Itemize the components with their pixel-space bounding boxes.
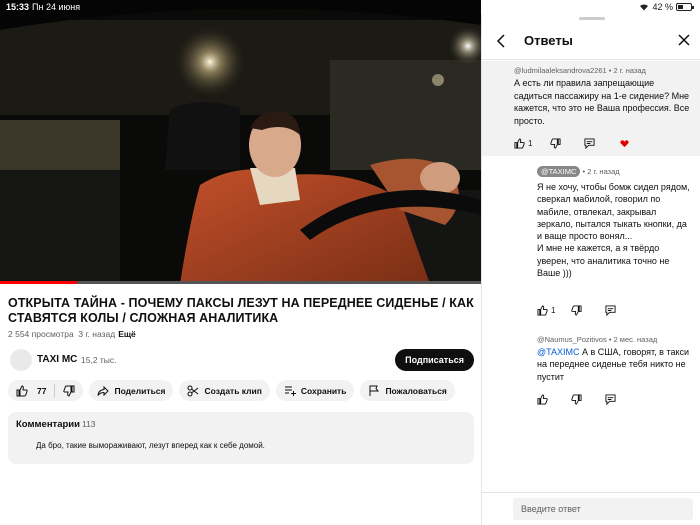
comment-preview: Да бро, такие вымораживают, лезут вперед… (36, 441, 265, 450)
create-clip-label: Создать клип (204, 385, 262, 396)
close-icon[interactable] (677, 33, 691, 47)
comments-label: Комментарии (16, 419, 80, 430)
reply-like-count: 1 (551, 306, 556, 315)
reply-age: 2 мес. назад (613, 335, 658, 344)
view-count: 2 554 просмотра (8, 329, 74, 339)
video-player[interactable] (0, 0, 481, 284)
comment-actions: 1 (514, 138, 694, 152)
wifi-icon (640, 4, 649, 11)
parent-comment: @ludmilaaleksandrova2261 • 2 г. назад А … (482, 61, 700, 156)
save-icon (284, 386, 296, 396)
thumbs-up-icon[interactable] (16, 384, 28, 397)
upload-age: 3 г. назад (78, 329, 116, 339)
reply-text: Я не хочу, чтобы бомж сидел рядом, сверк… (537, 182, 690, 279)
reply-age: 2 г. назад (587, 167, 620, 176)
comment-like-count: 1 (528, 139, 533, 148)
comment-age: 2 г. назад (613, 66, 646, 75)
save-label: Сохранить (300, 385, 347, 396)
status-indicators: 42 % (639, 2, 694, 12)
scissors-icon (187, 385, 199, 396)
reply-author-tag[interactable]: @TAXIMC (537, 166, 581, 177)
like-dislike-pill: 77 (8, 380, 84, 401)
heart-icon (620, 140, 629, 148)
thumbs-up-icon (514, 138, 525, 149)
video-progress-bar[interactable] (0, 281, 481, 284)
reply-like-button[interactable]: 1 (537, 305, 555, 316)
action-bar: 77 Поделиться Создать клип Сохранить Пож… (8, 380, 455, 401)
reply-meta: @Naumus_Pozitivos • 2 мес. назад (537, 335, 658, 344)
comments-card[interactable]: Комментарии 113 Да бро, такие вымораживаю… (8, 412, 474, 464)
reply-text: @TAXIMC А в США, говорят, в такси на пер… (537, 346, 692, 383)
comments-count: 113 (81, 419, 96, 429)
video-progress-played (0, 281, 77, 284)
reply-like-button[interactable] (537, 394, 548, 405)
comment-text: А есть ли правила запрещающие садиться п… (514, 78, 690, 126)
thumbs-up-icon (537, 305, 548, 316)
report-label: Пожаловаться (385, 385, 447, 396)
subscribe-button[interactable]: Подписаться (395, 349, 474, 371)
video-title: ОТКРЫТА ТАЙНА - ПОЧЕМУ ПАКСЫ ЛЕЗУТ НА ПЕ… (8, 296, 474, 325)
like-separator (54, 383, 56, 398)
reply-composer (482, 492, 700, 525)
create-clip-button[interactable]: Создать клип (179, 380, 270, 401)
comment-like-button[interactable]: 1 (514, 138, 532, 149)
back-arrow-icon[interactable] (494, 33, 508, 49)
share-icon (97, 385, 110, 396)
battery-level (678, 5, 684, 9)
reply-icon[interactable] (584, 138, 595, 149)
comments-header: Комментарии 113 (16, 419, 96, 430)
reply-input[interactable] (513, 498, 693, 520)
status-time: 15:33 (6, 2, 30, 12)
panel-title: Ответы (524, 33, 573, 48)
replies-panel: Ответы @ludmilaaleksandrova2261 • 2 г. н… (481, 14, 700, 525)
reply-author[interactable]: @Naumus_Pozitivos (537, 335, 607, 344)
channel-row: TAXI MC 15,2 тыс. Подписаться (8, 347, 474, 373)
battery-icon (676, 3, 694, 11)
drag-handle[interactable] (579, 17, 605, 20)
subscriber-count: 15,2 тыс. (81, 355, 117, 365)
share-button[interactable]: Поделиться (89, 380, 174, 401)
parent-comment-meta: @ludmilaaleksandrova2261 • 2 г. назад (514, 66, 646, 75)
more-link[interactable]: Ещё (118, 329, 136, 339)
like-count[interactable]: 77 (37, 386, 46, 396)
reply-actions (537, 394, 687, 408)
thumbs-down-icon[interactable] (550, 138, 561, 149)
reply-icon[interactable] (605, 305, 616, 316)
reply-actions: 1 (537, 305, 687, 319)
panel-header: Ответы (482, 24, 700, 60)
thumbs-down-icon[interactable] (63, 385, 75, 397)
flag-icon (369, 385, 380, 396)
save-button[interactable]: Сохранить (275, 380, 355, 401)
thumbs-up-icon (537, 394, 548, 405)
share-label: Поделиться (114, 385, 166, 396)
report-button[interactable]: Пожаловаться (360, 380, 455, 401)
thumbs-down-icon[interactable] (571, 305, 582, 316)
reply-meta: @TAXIMC • 2 г. назад (537, 166, 620, 177)
thumbs-down-icon[interactable] (571, 394, 582, 405)
battery-percent: 42 % (652, 2, 673, 12)
channel-avatar[interactable] (10, 349, 32, 371)
comment-author[interactable]: @ludmilaaleksandrova2261 (514, 66, 607, 75)
status-date: Пн 24 июня (32, 2, 81, 12)
status-bar: 15:33 Пн 24 июня 42 % (0, 0, 700, 14)
reply-icon[interactable] (605, 394, 616, 405)
video-meta[interactable]: 2 554 просмотра 3 г. назад Ещё (8, 329, 136, 339)
video-frame (0, 0, 481, 284)
reply-mention[interactable]: @TAXIMC (537, 347, 579, 357)
channel-name[interactable]: TAXI MC (37, 354, 77, 365)
